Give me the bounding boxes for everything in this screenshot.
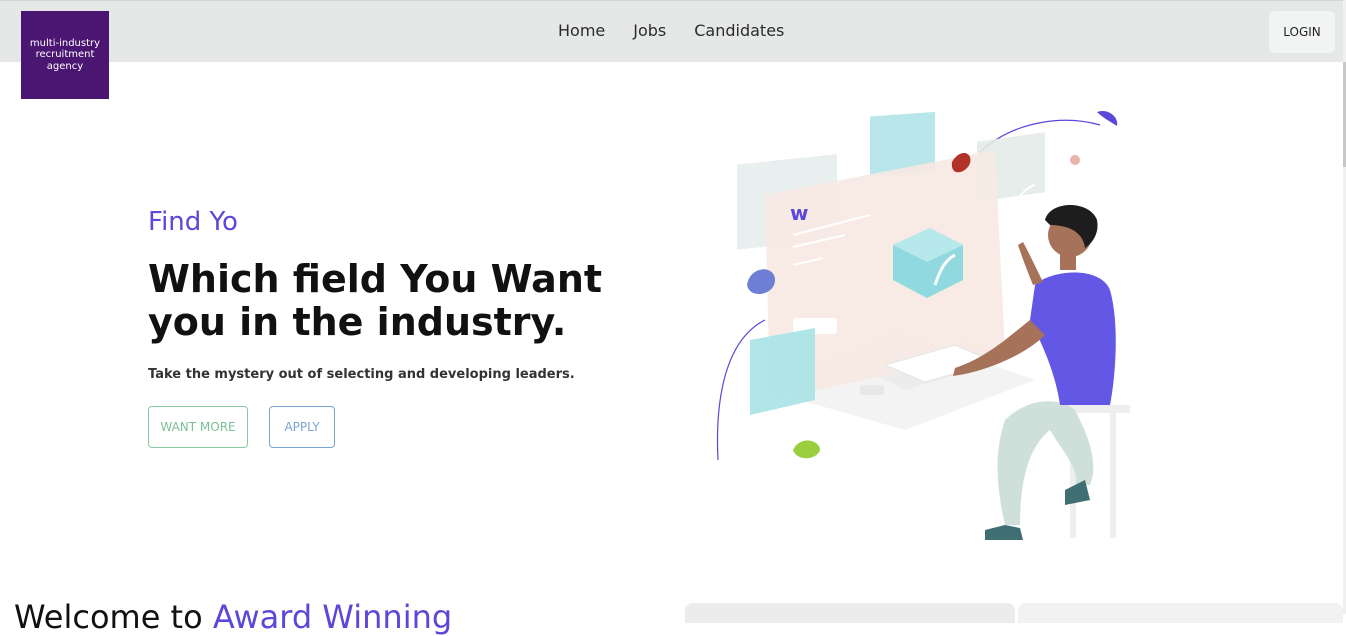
- top-navbar: Home Jobs Candidates LOGIN: [0, 0, 1343, 62]
- hero-illustration: w: [716, 110, 1130, 540]
- want-more-button[interactable]: WANT MORE: [148, 406, 248, 448]
- nav-candidates[interactable]: Candidates: [694, 21, 784, 40]
- hero-eyebrow: Find Yo: [148, 207, 238, 237]
- welcome-prefix: Welcome to: [14, 598, 213, 636]
- hero-subtext: Take the mystery out of selecting and de…: [148, 367, 575, 382]
- logo-line-2: recruitment: [35, 49, 95, 61]
- hero-headline: Which field You Want you in the industry…: [148, 257, 603, 344]
- apply-button[interactable]: APPLY: [269, 406, 335, 448]
- main-nav: Home Jobs Candidates: [558, 21, 812, 40]
- content-card: [685, 603, 1015, 623]
- svg-text:w: w: [790, 201, 808, 225]
- brand-logo[interactable]: multi-industry recruitment agency: [21, 11, 109, 99]
- nav-home[interactable]: Home: [558, 21, 605, 40]
- nav-jobs[interactable]: Jobs: [633, 21, 666, 40]
- login-button[interactable]: LOGIN: [1269, 11, 1335, 53]
- welcome-heading: Welcome to Award Winning: [14, 598, 452, 636]
- welcome-accent: Award Winning: [212, 598, 453, 636]
- content-card: [1018, 603, 1343, 623]
- logo-line-3: agency: [46, 60, 84, 72]
- logo-line-1: multi-industry: [29, 37, 101, 49]
